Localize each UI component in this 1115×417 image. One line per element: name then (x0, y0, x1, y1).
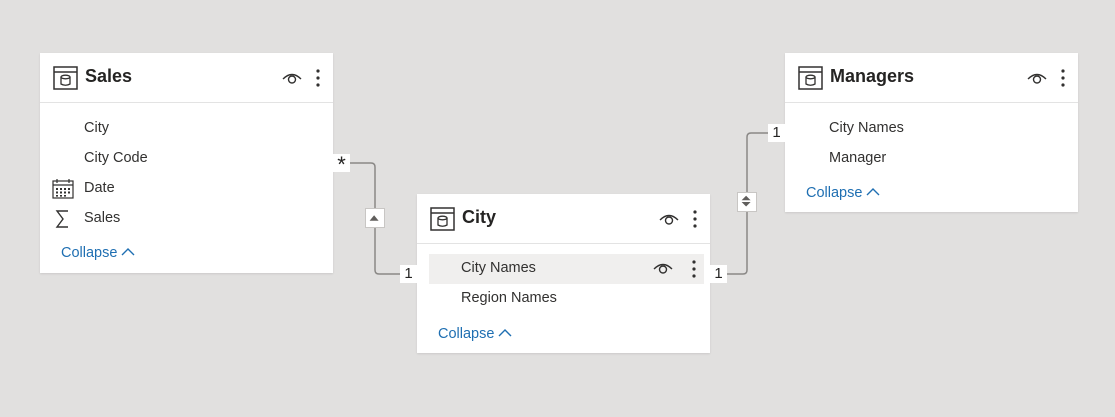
managers-table-header[interactable]: Managers (785, 53, 1078, 103)
chevron-up-icon (498, 326, 512, 337)
city-table-header[interactable]: City (417, 194, 710, 244)
sales-table-header[interactable]: Sales (40, 53, 333, 103)
table-icon (798, 66, 823, 90)
eye-icon[interactable] (1027, 71, 1047, 85)
collapse-link[interactable]: Collapse (61, 245, 135, 261)
field-row[interactable]: City Code (40, 144, 333, 174)
cardinality-one-label: 1 (400, 265, 417, 283)
table-icon (53, 66, 78, 90)
field-label: Region Names (461, 290, 557, 306)
field-row[interactable]: City (40, 114, 333, 144)
eye-icon[interactable] (659, 212, 679, 226)
field-label: City Names (829, 120, 904, 136)
cardinality-one-label: 1 (710, 265, 727, 283)
field-row[interactable]: Manager (785, 144, 1078, 174)
managers-table-card[interactable]: Managers City Names Manager Collapse (785, 53, 1078, 212)
eye-icon[interactable] (282, 71, 302, 85)
chevron-up-icon (121, 245, 135, 256)
field-label: Manager (829, 150, 887, 166)
sales-table-card[interactable]: Sales City City Code Date Sales Collapse (40, 53, 333, 273)
more-options-icon[interactable] (692, 209, 698, 229)
field-row[interactable]: Region Names (417, 284, 710, 314)
field-row-highlighted[interactable]: City Names (417, 254, 710, 284)
field-row[interactable]: Sales (40, 204, 333, 234)
table-icon (430, 207, 455, 231)
table-title: Sales (85, 66, 133, 86)
chevron-up-icon (866, 185, 880, 196)
more-options-icon[interactable] (691, 259, 697, 279)
both-direction-filter-icon[interactable] (737, 192, 757, 212)
field-label: City (84, 120, 109, 136)
field-label: City Code (84, 150, 148, 166)
collapse-link[interactable]: Collapse (438, 326, 512, 342)
collapse-link[interactable]: Collapse (806, 185, 880, 201)
field-label: Date (84, 180, 115, 196)
field-label: City Names (461, 260, 536, 276)
sigma-icon (55, 210, 68, 228)
cardinality-one-label: 1 (768, 124, 785, 142)
eye-icon[interactable] (653, 261, 673, 275)
cardinality-many-label: * (333, 154, 350, 176)
table-title: Managers (830, 66, 915, 86)
field-row[interactable]: City Names (785, 114, 1078, 144)
field-row[interactable]: Date (40, 174, 333, 204)
single-direction-filter-icon[interactable] (365, 208, 385, 228)
city-table-card[interactable]: City City Names Region Names Collapse (417, 194, 710, 353)
calendar-icon (52, 179, 74, 199)
field-label: Sales (84, 210, 121, 226)
more-options-icon[interactable] (315, 68, 321, 88)
table-title: City (462, 207, 497, 227)
more-options-icon[interactable] (1060, 68, 1066, 88)
